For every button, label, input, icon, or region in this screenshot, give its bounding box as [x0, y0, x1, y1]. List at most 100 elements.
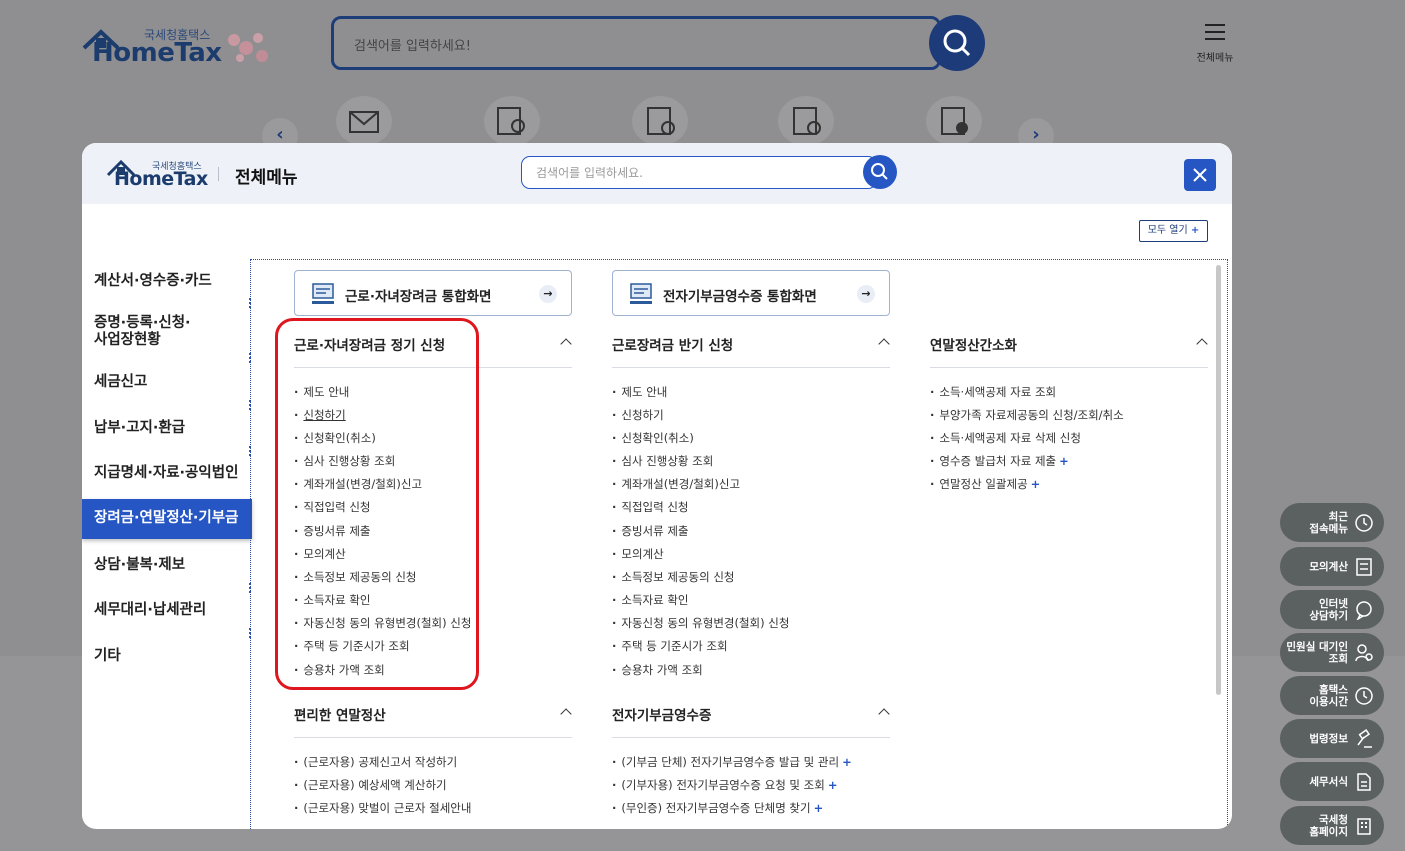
- list-item[interactable]: 자동신청 동의 유형변경(철회) 신청: [612, 615, 789, 631]
- list-item[interactable]: (근로자용) 공제신고서 작성하기: [294, 754, 457, 770]
- clock-icon: [1355, 514, 1373, 532]
- chat-icon: [1356, 601, 1372, 620]
- search-icon: [943, 29, 971, 57]
- list-item[interactable]: 심사 진행상황 조회: [612, 453, 713, 469]
- hometax-logo[interactable]: 국세청홈택스 HomeTax: [82, 22, 282, 72]
- menu-search-input[interactable]: [536, 163, 856, 183]
- background-search-box[interactable]: 검색어를 입력하세요!: [331, 16, 941, 70]
- list-item[interactable]: (근로자용) 맞벌이 근로자 절세안내: [294, 800, 471, 816]
- building-icon: [1357, 818, 1371, 835]
- menu-search-button[interactable]: [863, 155, 897, 189]
- sidebar-item-payment[interactable]: 납부·고지·환급: [82, 420, 252, 437]
- calculator-icon: [1356, 558, 1372, 576]
- open-all-label: 모두 열기: [1147, 225, 1188, 236]
- content-scrollbar[interactable]: [1216, 265, 1221, 695]
- list-item[interactable]: 제도 안내: [612, 384, 667, 400]
- online-consult-button[interactable]: 인터넷 상담하기: [1280, 590, 1384, 629]
- recent-menu-button[interactable]: 최근 접속메뉴: [1280, 503, 1384, 542]
- sidebar-item-etc[interactable]: 기타: [82, 648, 252, 665]
- list-item[interactable]: (기부자용) 전자기부금영수증 요청 및 조회+: [612, 777, 837, 793]
- portal-label: 전자기부금영수증 통합화면: [663, 289, 817, 305]
- list-item[interactable]: 신청확인(취소): [612, 430, 693, 446]
- list-item[interactable]: (근로자용) 예상세액 계산하기: [294, 777, 446, 793]
- clipboard-search-icon[interactable]: [778, 96, 834, 146]
- tax-mail-icon[interactable]: [336, 96, 392, 146]
- open-all-button[interactable]: 모두 열기 +: [1139, 220, 1208, 242]
- list-item[interactable]: 연말정산 일괄제공+: [930, 476, 1040, 492]
- list-item[interactable]: 모의계산: [612, 546, 663, 562]
- modal-hometax-logo[interactable]: 국세청홈택스 HomeTax: [106, 155, 216, 195]
- fab-label: 홈택스 이용시간: [1309, 683, 1348, 708]
- document-icon: [1357, 773, 1371, 791]
- full-menu-label: 전체메뉴: [1196, 53, 1234, 64]
- sidebar-item-incentive[interactable]: 장려금·연말정산·기부금: [82, 499, 252, 539]
- section-divider: [612, 367, 890, 368]
- search-icon: [871, 163, 888, 180]
- service-hours-button[interactable]: 홈택스 이용시간: [1280, 676, 1384, 715]
- section-title[interactable]: 연말정산간소화: [930, 334, 1017, 354]
- clock-icon: [1355, 687, 1373, 705]
- won-document-icon[interactable]: [632, 96, 688, 146]
- arrow-right-icon: →: [539, 285, 557, 303]
- donation-portal-button[interactable]: 전자기부금영수증 통합화면 →: [612, 270, 890, 316]
- incentive-portal-button[interactable]: 근로·자녀장려금 통합화면 →: [294, 270, 572, 316]
- modal-header: 국세청홈택스 HomeTax 전체메뉴: [82, 143, 1232, 204]
- section-divider: [930, 367, 1208, 368]
- section-title[interactable]: 편리한 연말정산: [294, 704, 386, 724]
- fab-label: 민원실 대기인 조회: [1286, 640, 1348, 665]
- sidebar-item-tax-agent[interactable]: 세무대리·납세관리: [82, 602, 252, 619]
- arrow-right-icon: →: [857, 285, 875, 303]
- waiting-lookup-button[interactable]: 민원실 대기인 조회: [1280, 633, 1384, 672]
- list-item[interactable]: 영수증 발급처 자료 제출+: [930, 453, 1069, 469]
- list-item[interactable]: 직접입력 신청: [612, 499, 688, 515]
- section-divider: [294, 737, 572, 738]
- plus-icon: +: [1059, 454, 1069, 468]
- modal-close-button[interactable]: [1184, 159, 1216, 191]
- list-item[interactable]: 증빙서류 제출: [612, 523, 688, 539]
- hamburger-icon: [1205, 24, 1225, 40]
- list-item[interactable]: 계좌개설(변경/철회)신고: [612, 476, 740, 492]
- list-item[interactable]: (무인증) 전자기부금영수증 단체명 찾기+: [612, 800, 823, 816]
- background-search-placeholder: 검색어를 입력하세요!: [354, 39, 471, 54]
- sidebar-item-tax-report[interactable]: 세금신고: [82, 374, 252, 391]
- close-icon: [1193, 168, 1207, 182]
- plus-icon: +: [1030, 477, 1041, 491]
- plus-icon: +: [842, 755, 852, 769]
- list-item[interactable]: (기부금 단체) 전자기부금영수증 발급 및 관리+: [612, 754, 852, 770]
- tax-search-icon[interactable]: [484, 96, 540, 146]
- fab-label: 최근 접속메뉴: [1309, 510, 1348, 535]
- logo-big-text: HomeTax: [92, 38, 222, 68]
- sidebar-item-consulting[interactable]: 상담·불복·제보: [82, 557, 252, 574]
- sidebar-item-invoice[interactable]: 계산서·영수증·카드: [82, 273, 252, 290]
- sidebar-item-statement[interactable]: 지급명세·자료·공익법인: [82, 465, 252, 482]
- list-item[interactable]: 소득정보 제공동의 신청: [612, 569, 734, 585]
- section-title[interactable]: 근로장려금 반기 신청: [612, 334, 733, 354]
- full-menu-button[interactable]: 전체메뉴: [1192, 24, 1238, 65]
- list-item[interactable]: 승용차 가액 조회: [612, 662, 702, 678]
- list-item[interactable]: 신청하기: [612, 407, 663, 423]
- mock-calc-button[interactable]: 모의계산: [1280, 547, 1384, 586]
- fab-label: 국세청 홈페이지: [1309, 813, 1348, 838]
- plus-icon: +: [1190, 225, 1200, 236]
- plus-icon: +: [813, 801, 824, 815]
- portal-label: 근로·자녀장려금 통합화면: [345, 289, 492, 305]
- list-item[interactable]: 소득·세액공제 자료 조회: [930, 384, 1056, 400]
- menu-search-field: [521, 156, 877, 189]
- list-item[interactable]: 주택 등 기준시가 조회: [612, 638, 727, 654]
- list-item[interactable]: 소득자료 확인: [612, 592, 688, 608]
- sidebar-item-certificate[interactable]: 증명·등록·신청· 사업장현황: [82, 315, 252, 349]
- background-search-button[interactable]: [929, 15, 985, 71]
- section-divider: [612, 737, 890, 738]
- nts-homepage-button[interactable]: 국세청 홈페이지: [1280, 806, 1384, 845]
- header-divider: [218, 167, 219, 181]
- monitor-icon: [630, 283, 652, 304]
- red-highlight-annotation: [275, 318, 479, 690]
- document-add-icon[interactable]: [926, 96, 982, 146]
- tax-forms-button[interactable]: 세무서식: [1280, 762, 1384, 801]
- law-info-button[interactable]: 법령정보: [1280, 719, 1384, 758]
- list-item[interactable]: 소득·세액공제 자료 삭제 신청: [930, 430, 1081, 446]
- fab-label: 법령정보: [1309, 732, 1348, 745]
- list-item[interactable]: 부양가족 자료제공동의 신청/조회/취소: [930, 407, 1123, 423]
- full-menu-modal: 국세청홈택스 HomeTax 전체메뉴 모두 열기 + 계산서·영수증·카드 증…: [82, 143, 1232, 829]
- section-title[interactable]: 전자기부금영수증: [612, 704, 711, 724]
